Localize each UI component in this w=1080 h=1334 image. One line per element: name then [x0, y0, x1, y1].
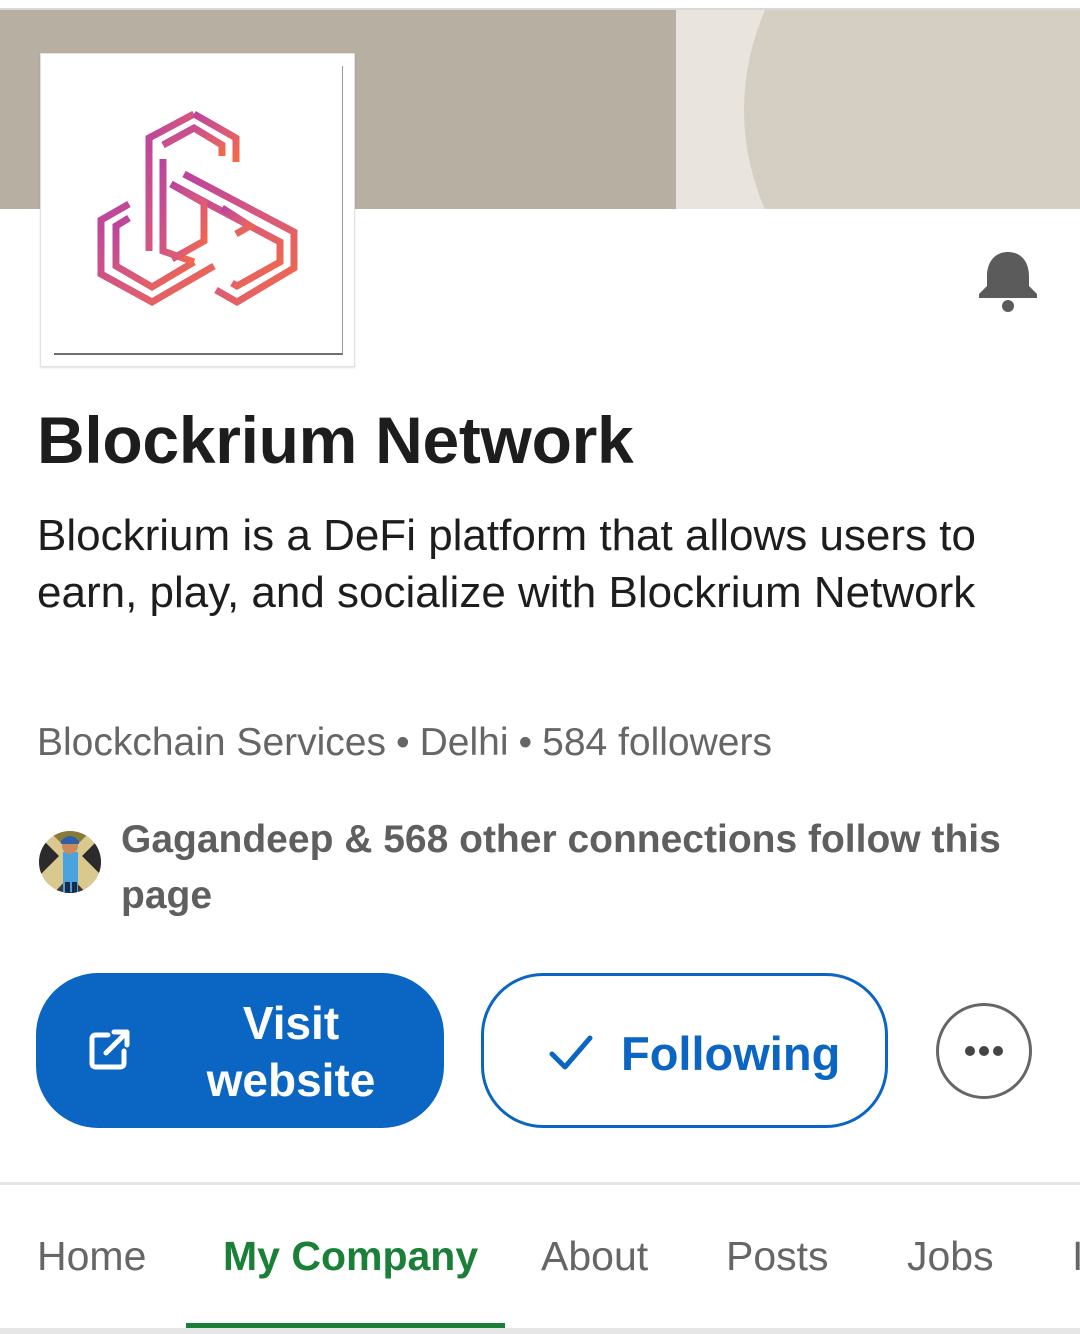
visit-website-label: Visit website	[206, 997, 376, 1106]
status-divider	[0, 0, 1080, 10]
blockrium-logo-icon	[97, 110, 298, 307]
banner-arc-shape	[744, 10, 1080, 209]
tab-posts[interactable]: Posts	[726, 1233, 829, 1280]
avatar	[39, 831, 101, 893]
following-button[interactable]: Following	[481, 973, 888, 1128]
follower-count[interactable]: 584 followers	[542, 721, 772, 764]
visit-website-button[interactable]: Visit website	[36, 973, 444, 1128]
company-tagline: Blockrium is a DeFi platform that allows…	[37, 511, 976, 617]
page-tabs: Home My Company About Posts Jobs I	[0, 1185, 1080, 1334]
tab-overflow[interactable]: I	[1072, 1233, 1080, 1280]
company-name: Blockrium Network	[37, 403, 634, 477]
more-horizontal-icon	[965, 1046, 1003, 1056]
meta-separator: •	[518, 721, 533, 764]
tabs-bottom-divider	[0, 1328, 1080, 1334]
company-meta: Blockchain Services • Delhi • 584 followers	[37, 721, 772, 765]
checkmark-icon	[549, 1035, 593, 1070]
tab-jobs[interactable]: Jobs	[907, 1233, 994, 1280]
more-options-button[interactable]	[936, 1003, 1032, 1099]
logo-frame	[54, 66, 343, 355]
external-link-icon	[89, 1029, 130, 1070]
connections-follow[interactable]: Gagandeep & 568 other connections follow…	[37, 818, 1047, 928]
location: Delhi	[419, 721, 509, 764]
bell-icon[interactable]	[974, 250, 1042, 314]
company-page: Blockrium Network Blockrium is a DeFi pl…	[0, 0, 1080, 1334]
tab-home[interactable]: Home	[37, 1233, 146, 1280]
tab-my-company[interactable]: My Company	[223, 1233, 478, 1280]
tab-about[interactable]: About	[541, 1233, 648, 1280]
industry: Blockchain Services	[37, 721, 386, 764]
company-logo[interactable]	[40, 53, 355, 367]
meta-separator: •	[395, 721, 410, 764]
connections-text: Gagandeep & 568 other connections follow…	[121, 818, 1001, 917]
following-label: Following	[621, 1027, 841, 1080]
